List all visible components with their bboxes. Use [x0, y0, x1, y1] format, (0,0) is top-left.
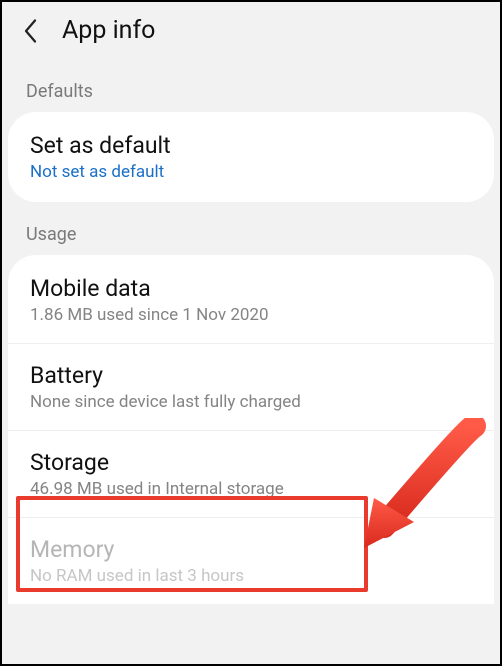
defaults-card: Set as default Not set as default [8, 112, 494, 202]
mobile-data-sub: 1.86 MB used since 1 Nov 2020 [30, 305, 472, 325]
set-as-default-item[interactable]: Set as default Not set as default [8, 114, 494, 200]
storage-title: Storage [30, 449, 472, 476]
section-label-usage: Usage [2, 202, 500, 255]
back-icon[interactable] [20, 19, 44, 43]
annotation-highlight-box [16, 496, 368, 592]
mobile-data-title: Mobile data [30, 275, 472, 302]
battery-item[interactable]: Battery None since device last fully cha… [8, 344, 494, 431]
header-bar: App info [2, 2, 500, 59]
set-as-default-sub: Not set as default [30, 162, 472, 182]
mobile-data-item[interactable]: Mobile data 1.86 MB used since 1 Nov 202… [8, 257, 494, 344]
battery-sub: None since device last fully charged [30, 392, 472, 412]
section-label-defaults: Defaults [2, 59, 500, 112]
set-as-default-title: Set as default [30, 132, 472, 159]
page-title: App info [62, 16, 155, 45]
battery-title: Battery [30, 362, 472, 389]
screen: App info Defaults Set as default Not set… [0, 0, 502, 666]
